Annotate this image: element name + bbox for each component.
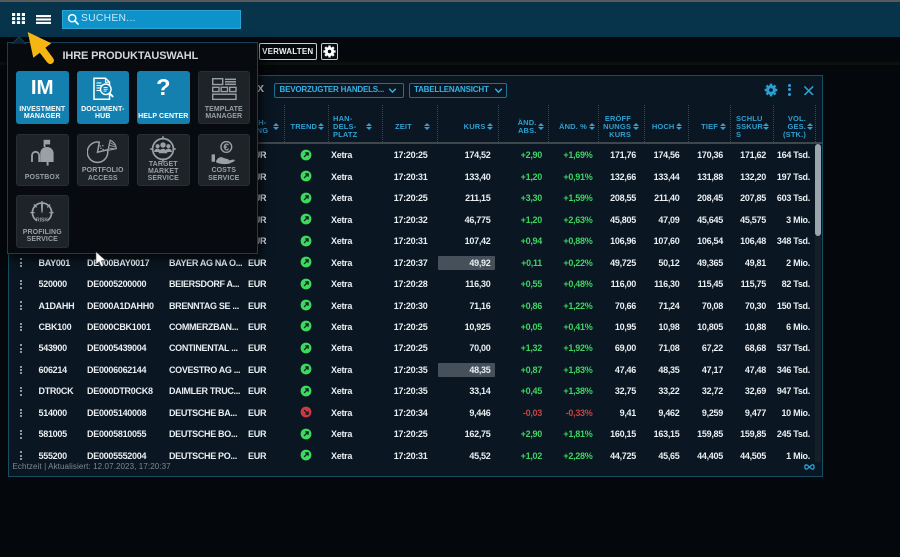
svg-text:RISK: RISK [36,217,48,223]
svg-text:€: € [223,141,229,153]
